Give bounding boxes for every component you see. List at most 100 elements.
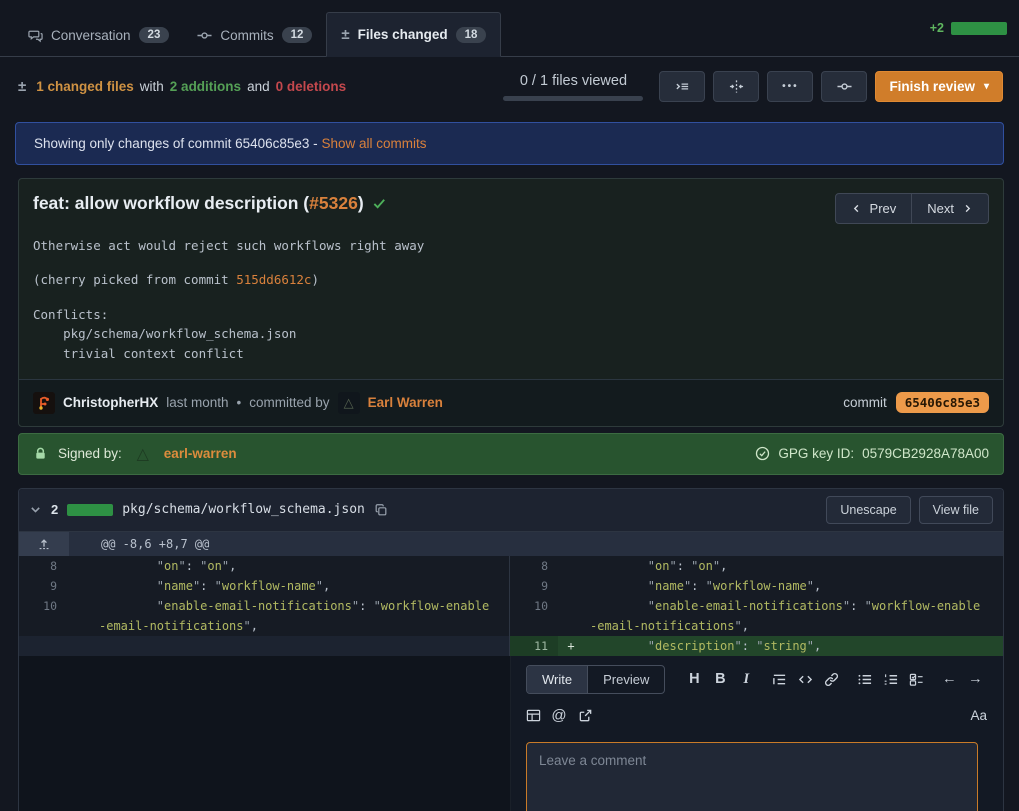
commit-time: last month bbox=[166, 395, 228, 410]
diff-line: 8 "on": "on", bbox=[510, 556, 1003, 576]
file-header-actions: Unescape View file bbox=[826, 496, 993, 524]
commit-sha-badge[interactable]: 65406c85e3 bbox=[896, 392, 989, 413]
code-content: "enable-email-notifications": "workflow-… bbox=[93, 596, 493, 636]
commit-message-box: feat: allow workflow description (#5326)… bbox=[18, 178, 1004, 427]
tab-commits[interactable]: Commits 12 bbox=[183, 14, 326, 56]
diff-marker bbox=[67, 636, 93, 656]
cherry-suffix: ) bbox=[311, 272, 319, 287]
copy-path-icon[interactable] bbox=[374, 503, 388, 517]
diff-marker bbox=[558, 596, 584, 636]
commit-status-check-icon[interactable] bbox=[372, 196, 387, 211]
unified-view-icon bbox=[675, 79, 690, 94]
tab-files-changed-count: 18 bbox=[456, 27, 487, 43]
issue-link[interactable]: #5326 bbox=[309, 193, 358, 213]
line-number[interactable]: 8 bbox=[510, 556, 558, 576]
verified-check-icon bbox=[755, 446, 770, 461]
gpg-key-value: 0579CB2928A78A00 bbox=[862, 446, 989, 461]
hunk-header-row: @@ -8,6 +8,7 @@ bbox=[19, 532, 1003, 556]
commit-label: commit bbox=[843, 395, 887, 410]
expand-hunk-up-button[interactable] bbox=[19, 532, 69, 556]
diff-marker bbox=[558, 556, 584, 576]
next-commit-button[interactable]: Next bbox=[911, 193, 989, 224]
collapse-chevron-icon[interactable] bbox=[29, 503, 42, 516]
diff-marker bbox=[67, 596, 93, 636]
author-avatar[interactable] bbox=[33, 392, 55, 414]
line-number[interactable]: 9 bbox=[19, 576, 67, 596]
diff-line: 10 "enable-email-notifications": "workfl… bbox=[19, 596, 509, 636]
caret-down-icon: ▾ bbox=[984, 82, 989, 92]
diff-marker bbox=[558, 576, 584, 596]
file-path[interactable]: pkg/schema/workflow_schema.json bbox=[122, 502, 365, 517]
diff-file-header: 2 pkg/schema/workflow_schema.json Unesca… bbox=[19, 489, 1003, 532]
signer-name[interactable]: earl-warren bbox=[164, 446, 237, 461]
line-number[interactable]: 8 bbox=[19, 556, 67, 576]
banner-text: Showing only changes of commit 65406c85e… bbox=[34, 136, 318, 151]
line-number[interactable]: 10 bbox=[19, 596, 67, 636]
diff-toolbar: ± 1 changed files with 2 additions and 0… bbox=[0, 57, 1019, 118]
diff-pane-new: 8 "on": "on",9 "name": "workflow-name",1… bbox=[510, 556, 1003, 656]
text-size-toggle[interactable]: Aa bbox=[970, 708, 987, 723]
line-number[interactable]: 11 bbox=[510, 636, 558, 656]
quote-icon[interactable] bbox=[766, 668, 792, 690]
link-icon[interactable] bbox=[818, 668, 844, 690]
diff-line: 8 "on": "on", bbox=[19, 556, 509, 576]
undo-arrow-icon[interactable]: ← bbox=[936, 668, 962, 690]
comment-input[interactable] bbox=[526, 742, 978, 811]
diff-stats-text: ± 1 changed files with 2 additions and 0… bbox=[18, 78, 346, 95]
commit-body-line1: Otherwise act would reject such workflow… bbox=[33, 236, 989, 255]
signer-avatar[interactable]: △ bbox=[132, 443, 154, 465]
code-icon[interactable] bbox=[792, 668, 818, 690]
table-icon[interactable] bbox=[520, 705, 546, 727]
bullet-list-icon[interactable] bbox=[851, 668, 877, 690]
file-diffstat-bar bbox=[67, 504, 113, 516]
write-tab[interactable]: Write bbox=[527, 666, 587, 693]
line-number[interactable]: 9 bbox=[510, 576, 558, 596]
numbered-list-icon[interactable] bbox=[877, 668, 903, 690]
prev-commit-button[interactable]: Prev bbox=[835, 193, 913, 224]
show-all-commits-link[interactable]: Show all commits bbox=[321, 136, 426, 151]
committer-name[interactable]: Earl Warren bbox=[368, 395, 443, 410]
diffstat-summary: +2 bbox=[930, 21, 1007, 35]
italic-icon[interactable]: I bbox=[733, 668, 759, 690]
reference-icon[interactable] bbox=[572, 705, 598, 727]
mention-icon[interactable]: @ bbox=[546, 705, 572, 727]
commit-title: feat: allow workflow description (#5326) bbox=[33, 193, 835, 214]
commit-message-body: Otherwise act would reject such workflow… bbox=[19, 226, 1003, 379]
ellipsis-icon: ••• bbox=[782, 81, 799, 92]
tab-commits-count: 12 bbox=[282, 27, 313, 43]
diff-stats-icon: ± bbox=[18, 78, 26, 95]
cherry-commit-link[interactable]: 515dd6612c bbox=[236, 272, 311, 287]
commit-select-button[interactable] bbox=[821, 71, 867, 102]
heading-icon[interactable]: H bbox=[681, 668, 707, 690]
unescape-button[interactable]: Unescape bbox=[826, 496, 910, 524]
preview-tab[interactable]: Preview bbox=[587, 666, 664, 693]
tab-files-changed[interactable]: ± Files changed 18 bbox=[326, 12, 501, 57]
inline-comment-editor: Write Preview H B I ← → bbox=[511, 656, 1003, 811]
line-number[interactable]: 10 bbox=[510, 596, 558, 636]
conversation-icon bbox=[28, 28, 43, 43]
commit-conflicts-block: Conflicts: pkg/schema/workflow_schema.js… bbox=[33, 305, 989, 363]
inline-comment-left-spacer bbox=[19, 656, 511, 811]
redo-arrow-icon[interactable]: → bbox=[962, 668, 988, 690]
commit-scope-banner: Showing only changes of commit 65406c85e… bbox=[15, 122, 1004, 165]
changed-files-text: 1 changed files bbox=[36, 79, 134, 94]
diff-line: 9 "name": "workflow-name", bbox=[510, 576, 1003, 596]
split-view-button[interactable] bbox=[713, 71, 759, 102]
view-file-button[interactable]: View file bbox=[919, 496, 993, 524]
files-viewed-bar bbox=[503, 96, 643, 101]
committer-avatar[interactable]: △ bbox=[338, 392, 360, 414]
gpg-key-label: GPG key ID: bbox=[778, 446, 854, 461]
finish-review-button[interactable]: Finish review ▾ bbox=[875, 71, 1003, 102]
line-number bbox=[19, 636, 67, 656]
more-options-button[interactable]: ••• bbox=[767, 71, 813, 102]
task-list-icon[interactable] bbox=[903, 668, 929, 690]
files-viewed-label: 0 / 1 files viewed bbox=[503, 73, 643, 89]
tab-conversation[interactable]: Conversation 23 bbox=[14, 14, 183, 56]
unified-view-button[interactable] bbox=[659, 71, 705, 102]
diff-line-placeholder bbox=[19, 636, 509, 656]
commit-icon bbox=[197, 28, 212, 43]
committed-by-label: committed by bbox=[249, 395, 329, 410]
bold-icon[interactable]: B bbox=[707, 668, 733, 690]
author-name[interactable]: ChristopherHX bbox=[63, 395, 158, 410]
pr-tab-bar: Conversation 23 Commits 12 ± Files chang… bbox=[0, 0, 1019, 57]
